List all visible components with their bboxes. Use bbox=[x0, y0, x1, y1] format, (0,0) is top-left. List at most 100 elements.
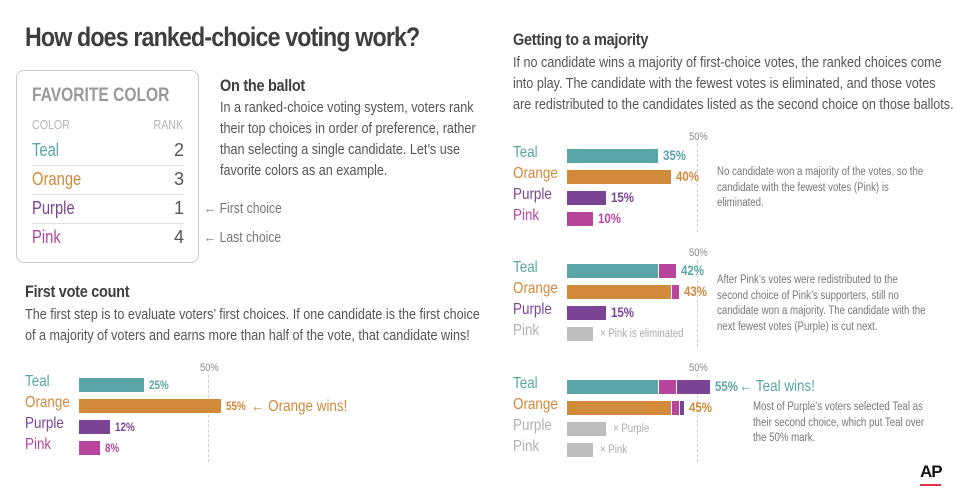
ballot-color-name: Teal bbox=[32, 140, 60, 160]
page-title: How does ranked-choice voting work? bbox=[25, 22, 420, 52]
bar-segment-from-purple bbox=[679, 401, 684, 415]
bar-segment-from-pink bbox=[672, 285, 679, 299]
ballot-row-orange: Orange 3 bbox=[32, 166, 184, 195]
eliminated-label: × Purple bbox=[613, 423, 650, 435]
ap-logo-underline bbox=[920, 484, 941, 486]
text-line: next fewest votes (Purple) is cut next. bbox=[717, 320, 878, 333]
text-line: of a majority of voters and earns more t… bbox=[25, 327, 470, 344]
bar-segment-first-choice bbox=[567, 212, 593, 226]
value-label: 8% bbox=[104, 441, 119, 455]
bar-segment-first-choice bbox=[79, 399, 221, 413]
bar-segment-first-choice bbox=[567, 264, 658, 278]
ballot-rank: 1 bbox=[173, 198, 184, 218]
reference-line-label: 50% bbox=[689, 362, 708, 374]
text-line: into play. The candidate with the fewest… bbox=[513, 75, 936, 92]
text-line: If no candidate wins a majority of first… bbox=[513, 54, 942, 71]
teal-wins-note: ← Teal wins! bbox=[739, 378, 815, 395]
value-label: 40% bbox=[676, 168, 699, 184]
bar-segment-first-choice bbox=[567, 170, 671, 184]
reference-line-50 bbox=[697, 144, 698, 232]
candidate-label-teal: Teal bbox=[513, 259, 538, 276]
bar-segment-first-choice bbox=[567, 149, 658, 163]
value-label: 43% bbox=[683, 283, 707, 299]
ballot-rank: 3 bbox=[173, 169, 184, 189]
round3-note: Most of Purple’s voters selected Teal as… bbox=[753, 400, 924, 447]
text-line: their top choices in order of preference… bbox=[220, 120, 476, 137]
text-line: The first step is to evaluate voters’ fi… bbox=[25, 306, 480, 323]
candidate-label-pink: Pink bbox=[513, 207, 540, 224]
text-line: than selecting a single candidate. Let’s… bbox=[220, 141, 461, 158]
text-line: the 50% mark. bbox=[753, 432, 816, 444]
bar-segment-first-choice bbox=[567, 285, 671, 299]
reference-line-label: 50% bbox=[689, 247, 708, 259]
value-label: 45% bbox=[689, 399, 712, 415]
bar-segment-first-choice bbox=[79, 420, 110, 434]
bar-segment-first-choice bbox=[567, 306, 606, 320]
eliminated-label: × Pink bbox=[600, 444, 628, 456]
text-line: Most of Purple’s voters selected Teal as bbox=[753, 401, 923, 413]
text-line: eliminated. bbox=[717, 197, 764, 209]
bar-segment-from-purple bbox=[677, 380, 710, 394]
ballot-column-rank: RANK bbox=[153, 117, 183, 132]
orange-wins-note: ← Orange wins! bbox=[251, 398, 348, 415]
bar-segment-from-pink bbox=[672, 401, 679, 415]
text-line: second choice of Pink’s supporters, stil… bbox=[717, 289, 899, 302]
ballot-color-name: Purple bbox=[32, 198, 75, 218]
bar-segment-first-choice bbox=[567, 401, 671, 415]
candidate-label-teal: Teal bbox=[25, 373, 50, 390]
ballot-color-name: Orange bbox=[32, 169, 82, 189]
text-line: candidate with the fewest votes (Pink) i… bbox=[717, 181, 889, 194]
first-vote-text: The first step is to evaluate voters’ fi… bbox=[25, 304, 480, 346]
candidate-label-pink: Pink bbox=[513, 438, 540, 455]
candidate-label-purple: Purple bbox=[25, 415, 64, 432]
reference-line-50 bbox=[208, 375, 209, 462]
majority-heading: Getting to a majority bbox=[513, 30, 649, 49]
candidate-label-purple: Purple bbox=[513, 186, 552, 203]
value-label: 42% bbox=[681, 262, 705, 278]
ballot-rank: 2 bbox=[173, 140, 184, 160]
on-the-ballot-text: In a ranked-choice voting system, voters… bbox=[220, 97, 476, 181]
text-line: favorite colors as an example. bbox=[220, 162, 388, 179]
reference-line-label: 50% bbox=[689, 131, 708, 143]
candidate-label-orange: Orange bbox=[513, 280, 558, 297]
bar-segment-eliminated bbox=[567, 443, 593, 457]
bar-segment-first-choice bbox=[79, 441, 100, 455]
ballot-title: FAVORITE COLOR bbox=[32, 85, 170, 106]
value-label: 35% bbox=[663, 147, 686, 163]
candidate-label-purple: Purple bbox=[513, 301, 552, 318]
ballot-column-color: COLOR bbox=[32, 117, 70, 132]
text-line: After Pink’s votes were redistributed to… bbox=[717, 274, 898, 286]
bar-segment-first-choice bbox=[567, 191, 606, 205]
value-label: 25% bbox=[148, 378, 169, 392]
text-line: are redistributed to the candidates list… bbox=[513, 96, 954, 113]
candidate-label-purple: Purple bbox=[513, 417, 552, 434]
value-label: 55% bbox=[225, 399, 246, 413]
candidate-label-teal: Teal bbox=[513, 375, 538, 392]
text-line: their second choice, which put Teal over bbox=[753, 416, 925, 429]
ballot-row-teal: Teal 2 bbox=[32, 137, 184, 166]
text-line: No candidate won a majority of the votes… bbox=[717, 166, 924, 178]
bar-segment-from-pink bbox=[659, 264, 677, 278]
last-choice-note: ← Last choice bbox=[204, 230, 282, 246]
bar-segment-eliminated bbox=[567, 422, 606, 436]
value-label: 10% bbox=[598, 210, 621, 226]
value-label: 55% bbox=[715, 378, 738, 394]
ballot-rank: 4 bbox=[173, 227, 184, 247]
text-line: In a ranked-choice voting system, voters… bbox=[220, 99, 474, 116]
bar-segment-first-choice bbox=[567, 380, 658, 394]
candidate-label-orange: Orange bbox=[25, 394, 70, 411]
ballot-row-pink: Pink 4 bbox=[32, 224, 184, 253]
round2-note: After Pink’s votes were redistributed to… bbox=[717, 273, 926, 335]
bar-segment-first-choice bbox=[79, 378, 144, 392]
eliminated-label: × Pink is eliminated bbox=[600, 328, 684, 340]
candidate-label-teal: Teal bbox=[513, 144, 538, 161]
value-label: 15% bbox=[611, 304, 634, 320]
text-line: candidate won a majority. The candidate … bbox=[717, 305, 926, 317]
round1-note: No candidate won a majority of the votes… bbox=[717, 165, 923, 212]
ballot-card: FAVORITE COLOR COLOR RANK Teal 2 Orange … bbox=[16, 70, 199, 263]
reference-line-label: 50% bbox=[200, 362, 219, 374]
ballot-row-purple: Purple 1 bbox=[32, 195, 184, 224]
candidate-label-orange: Orange bbox=[513, 396, 558, 413]
majority-text: If no candidate wins a majority of first… bbox=[513, 52, 954, 115]
on-the-ballot-heading: On the ballot bbox=[220, 76, 305, 95]
